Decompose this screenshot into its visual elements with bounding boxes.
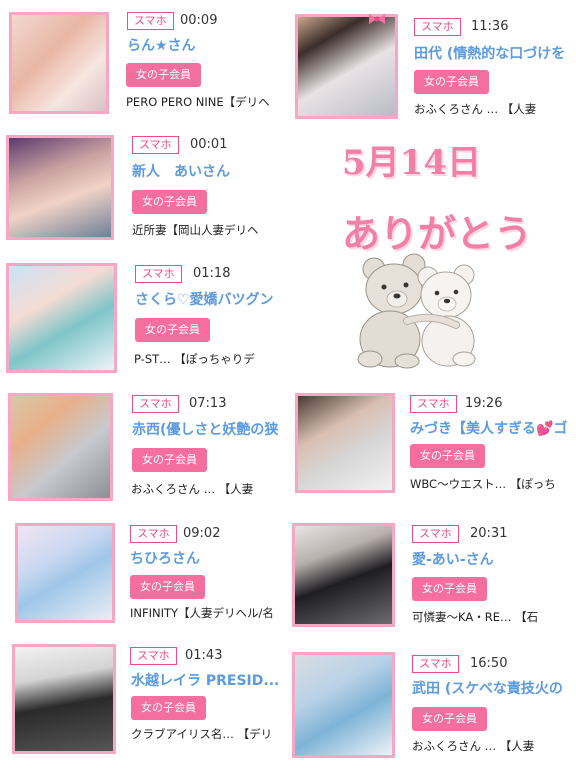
device-tag: スマホ xyxy=(130,647,177,665)
teddy-bears-icon xyxy=(352,251,482,369)
anniversary-decoration: 5月14日 ありがとう xyxy=(290,125,576,390)
profile-photo[interactable] xyxy=(295,393,395,493)
shop-name[interactable]: P-ST… 【ぽっちゃりデ xyxy=(134,351,286,367)
member-badge: 女の子会員 xyxy=(132,190,207,214)
post-time: 00:09 xyxy=(180,13,218,28)
list-item[interactable]: スマホ 01:18 さくら♡愛嬌バツグン 女の子会員 P-ST… 【ぽっちゃりデ xyxy=(0,253,290,383)
list-item[interactable]: スマホ 20:31 愛-あい-さん 女の子会員 可憐妻〜KA・RE… 【石 xyxy=(290,513,576,638)
profile-photo[interactable] xyxy=(292,523,395,627)
post-time: 11:36 xyxy=(471,19,509,34)
member-badge: 女の子会員 xyxy=(130,575,205,599)
device-tag: スマホ xyxy=(414,18,461,36)
list-item[interactable]: スマホ 11:36 田代 (情熱的な口づけを 女の子会員 おふくろさん … 【人… xyxy=(290,0,576,125)
post-time: 09:02 xyxy=(183,526,221,541)
device-tag: スマホ xyxy=(130,525,177,543)
post-time: 19:26 xyxy=(465,396,503,411)
girl-name-link[interactable]: 田代 (情熱的な口づけを xyxy=(414,45,576,63)
device-tag: スマホ xyxy=(132,136,179,154)
post-time: 01:18 xyxy=(193,266,231,281)
shop-name[interactable]: クラブアイリス名… 【デリ xyxy=(131,726,286,742)
girl-name-link[interactable]: みづき【美人すぎる💕ゴ xyxy=(410,420,576,438)
shop-name[interactable]: おふくろさん … 【人妻 xyxy=(131,481,286,497)
ribbon-icon xyxy=(368,10,386,24)
member-badge: 女の子会員 xyxy=(412,577,487,601)
device-tag: スマホ xyxy=(135,265,182,283)
shop-name[interactable]: 近所妻【岡山人妻デリヘ xyxy=(132,222,284,238)
profile-photo[interactable] xyxy=(9,12,109,114)
thanks-heading: ありがとう xyxy=(342,211,533,256)
post-time: 20:31 xyxy=(470,526,508,541)
profile-photo[interactable] xyxy=(6,135,114,240)
member-badge: 女の子会員 xyxy=(414,70,489,94)
device-tag: スマホ xyxy=(132,395,179,413)
profile-photo[interactable] xyxy=(295,14,398,119)
profile-photo[interactable] xyxy=(292,652,395,758)
device-tag: スマホ xyxy=(127,12,174,30)
shop-name[interactable]: おふくろさん … 【人妻 xyxy=(412,738,574,754)
girl-name-link[interactable]: さくら♡愛嬌バツグン xyxy=(135,291,285,309)
list-item[interactable]: スマホ 19:26 みづき【美人すぎる💕ゴ 女の子会員 WBC〜ウエスト… 【ぽ… xyxy=(290,383,576,513)
date-heading: 5月14日 xyxy=(342,143,481,183)
list-item[interactable]: スマホ 09:02 ちひろさん 女の子会員 INFINITY【人妻デリヘル/名 xyxy=(0,513,290,638)
shop-name[interactable]: 可憐妻〜KA・RE… 【石 xyxy=(412,609,576,625)
girl-name-link[interactable]: 水越レイラ PRESID... xyxy=(131,672,287,690)
list-item[interactable]: スマホ 07:13 赤西(優しさと妖艶の狭 女の子会員 おふくろさん … 【人妻 xyxy=(0,383,290,513)
device-tag: スマホ xyxy=(412,525,459,543)
profile-photo[interactable] xyxy=(6,263,117,373)
member-badge: 女の子会員 xyxy=(135,318,210,342)
profile-photo[interactable] xyxy=(12,644,116,754)
shop-name[interactable]: PERO PERO NINE【デリヘ xyxy=(126,94,284,110)
shop-name[interactable]: WBC〜ウエスト… 【ぽっち xyxy=(410,476,574,492)
girl-name-link[interactable]: 赤西(優しさと妖艶の狭 xyxy=(132,421,287,439)
post-time: 01:43 xyxy=(185,648,223,663)
girl-name-link[interactable]: 武田 (スケベな責技火の xyxy=(412,680,574,698)
device-tag: スマホ xyxy=(412,655,459,673)
member-badge: 女の子会員 xyxy=(126,63,201,87)
shop-name[interactable]: INFINITY【人妻デリヘル/名 xyxy=(130,605,288,621)
member-badge: 女の子会員 xyxy=(412,707,487,731)
post-time: 00:01 xyxy=(190,137,228,152)
list-item[interactable]: スマホ 01:43 水越レイラ PRESID... 女の子会員 クラブアイリス名… xyxy=(0,638,290,768)
member-badge: 女の子会員 xyxy=(131,696,206,720)
girl-name-link[interactable]: 新人 あいさん xyxy=(132,163,287,181)
list-item[interactable]: スマホ 16:50 武田 (スケベな責技火の 女の子会員 おふくろさん … 【人… xyxy=(290,638,576,768)
member-badge: 女の子会員 xyxy=(132,448,207,472)
list-item[interactable]: スマホ 00:09 らん★さん 女の子会員 PERO PERO NINE【デリヘ xyxy=(0,0,290,125)
list-item[interactable]: スマホ 00:01 新人 あいさん 女の子会員 近所妻【岡山人妻デリヘ xyxy=(0,125,290,253)
device-tag: スマホ xyxy=(410,395,457,413)
post-time: 07:13 xyxy=(189,396,227,411)
post-time: 16:50 xyxy=(470,656,508,671)
member-badge: 女の子会員 xyxy=(410,444,485,468)
girl-name-link[interactable]: 愛-あい-さん xyxy=(412,551,572,569)
profile-photo[interactable] xyxy=(8,393,113,501)
girl-name-link[interactable]: らん★さん xyxy=(127,37,287,55)
profile-photo[interactable] xyxy=(15,523,115,623)
girl-name-link[interactable]: ちひろさん xyxy=(130,550,285,568)
shop-name[interactable]: おふくろさん … 【人妻 xyxy=(414,101,576,117)
